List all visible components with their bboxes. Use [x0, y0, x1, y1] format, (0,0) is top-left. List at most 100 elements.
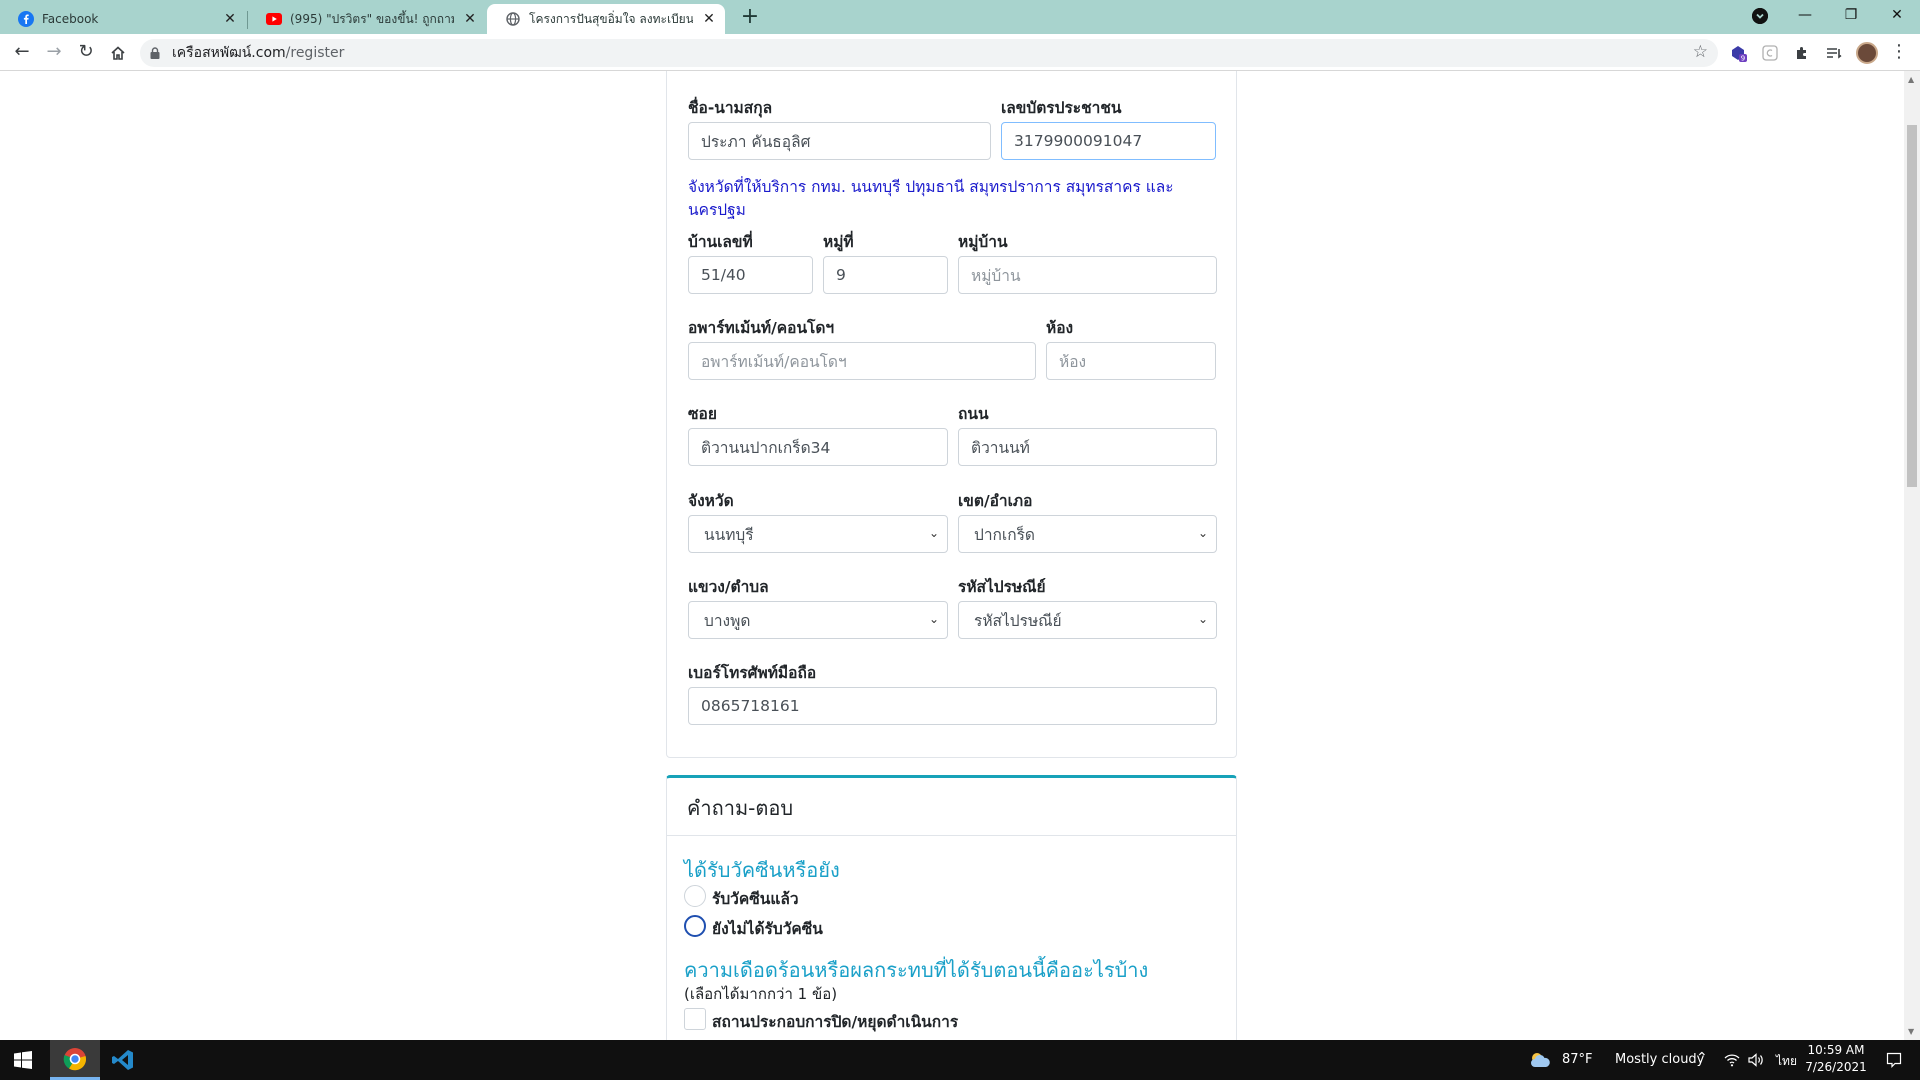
profile-menu-icon[interactable] [1752, 8, 1768, 24]
vaccine-question: ได้รับวัคซีนหรือยัง [684, 858, 840, 882]
notification-icon[interactable] [1874, 1040, 1914, 1080]
road-input[interactable]: ติวานนท์ [958, 428, 1217, 466]
apartment-label: อพาร์ทเม้นท์/คอนโดฯ [688, 319, 835, 337]
soi-input[interactable]: ติวานนปากเกร็ด34 [688, 428, 948, 466]
page-content: ชื่อ-นามสกุล ประภา คันธอุลิศ เลขบัตรประช… [0, 71, 1904, 1040]
vaccine-option-radio[interactable] [684, 885, 706, 907]
province-value: นนทบุรี [704, 525, 754, 544]
house-no-input[interactable]: 51/40 [688, 256, 813, 294]
facebook-icon [18, 11, 34, 27]
province-label: จังหวัด [688, 492, 734, 510]
tab-title: Facebook [42, 12, 99, 26]
village-label: หมู่บ้าน [958, 233, 1008, 251]
close-window-icon[interactable]: ✕ [1874, 0, 1920, 30]
chevron-down-icon: ⌄ [928, 526, 939, 540]
tab-register[interactable]: โครงการปันสุขอิ่มใจ ลงทะเบียน ✕ [487, 4, 725, 34]
minimize-icon[interactable]: — [1782, 0, 1828, 30]
avatar[interactable] [1856, 42, 1878, 64]
moo-label: หมู่ที่ [823, 233, 854, 251]
house-no-label: บ้านเลขที่ [688, 233, 753, 251]
fullname-label: ชื่อ-นามสกุล [688, 99, 773, 117]
screen: Facebook ✕ (995) "ปรวิตร" ของขึ้น! ถูกถา… [0, 0, 1920, 1080]
tab-close-icon[interactable]: ✕ [462, 11, 478, 27]
qa-card-header: คำถาม-ตอบ [667, 778, 1236, 836]
home-icon[interactable] [105, 40, 131, 66]
moo-input[interactable]: 9 [823, 256, 948, 294]
wifi-icon[interactable] [1722, 1040, 1742, 1080]
new-tab-button[interactable]: + [736, 4, 764, 32]
postcode-label: รหัสไปรษณีย์ [958, 578, 1046, 596]
reload-icon[interactable]: ↻ [73, 40, 99, 66]
chevron-down-icon: ⌄ [1197, 526, 1208, 540]
impact-option-checkbox[interactable] [684, 1008, 706, 1030]
district-value: ปากเกร็ด [974, 525, 1036, 544]
postcode-select[interactable]: รหัสไปรษณีย์ ⌄ [958, 601, 1217, 639]
address-form-card: ชื่อ-นามสกุล ประภา คันธอุลิศ เลขบัตรประช… [666, 71, 1237, 758]
vertical-scrollbar[interactable]: ▲ ▼ [1904, 71, 1920, 1040]
extension-icon[interactable]: 9 [1728, 43, 1748, 63]
impact-option-label: สถานประกอบการปิด/หยุดดำเนินการ [712, 1013, 959, 1031]
room-input[interactable]: ห้อง [1046, 342, 1216, 380]
tab-youtube[interactable]: (995) "ปรวิตร" ของขึ้น! ถูกถามถึงนิ… ✕ [248, 4, 486, 34]
impact-hint: (เลือกได้มากกว่า 1 ข้อ) [684, 985, 838, 1003]
tab-title: (995) "ปรวิตร" ของขึ้น! ถูกถามถึงนิ… [290, 11, 454, 26]
vscode-icon [112, 1050, 133, 1070]
tab-facebook[interactable]: Facebook ✕ [0, 4, 246, 34]
vaccine-option-label: ยังไม่ได้รับวัคซีน [712, 920, 823, 938]
qa-title: คำถาม-ตอบ [687, 796, 794, 820]
subdistrict-value: บางพูด [704, 611, 751, 630]
subdistrict-select[interactable]: บางพูด ⌄ [688, 601, 948, 639]
province-select[interactable]: นนทบุรี ⌄ [688, 515, 948, 553]
qa-card: คำถาม-ตอบ ได้รับวัคซีนหรือยัง รับวัคซีนแ… [666, 775, 1237, 1040]
district-label: เขต/อำเภอ [958, 492, 1033, 510]
scroll-down-icon[interactable]: ▼ [1908, 1027, 1914, 1036]
reading-list-icon[interactable] [1824, 43, 1844, 63]
extension-icon[interactable] [1760, 43, 1780, 63]
taskbar-vscode[interactable] [100, 1040, 146, 1080]
weather-cloud-icon[interactable] [1526, 1040, 1554, 1080]
road-label: ถนน [958, 405, 989, 423]
bookmark-star-icon[interactable]: ☆ [1693, 42, 1708, 62]
restore-icon[interactable]: ❐ [1828, 0, 1874, 30]
district-select[interactable]: ปากเกร็ด ⌄ [958, 515, 1217, 553]
tab-strip: Facebook ✕ (995) "ปรวิตร" ของขึ้น! ถูกถา… [0, 0, 1920, 34]
tab-close-icon[interactable]: ✕ [222, 11, 238, 27]
soi-label: ซอย [688, 405, 717, 423]
scrollbar-thumb[interactable] [1907, 125, 1917, 487]
lock-icon [148, 47, 162, 59]
clock-date: 7/26/2021 [1805, 1060, 1867, 1074]
apartment-input[interactable]: อพาร์ทเม้นท์/คอนโดฯ [688, 342, 1036, 380]
fullname-input[interactable]: ประภา คันธอุลิศ [688, 122, 991, 160]
id-card-label: เลขบัตรประชาชน [1001, 99, 1122, 117]
address-bar[interactable]: เครือสหพัฒน์.com /register ☆ [140, 39, 1718, 67]
back-arrow-icon[interactable]: ← [9, 40, 35, 66]
weather-temp[interactable]: 87°F [1562, 1052, 1593, 1067]
id-card-input[interactable]: 3179900091047 [1001, 122, 1216, 160]
vaccine-option-label: รับวัคซีนแล้ว [712, 890, 799, 908]
service-area-note: จังหวัดที่ให้บริการ กทม. นนทบุรี ปทุมธาน… [688, 178, 1174, 219]
vaccine-option-radio[interactable] [684, 915, 706, 937]
youtube-icon [266, 11, 282, 27]
postcode-value: รหัสไปรษณีย์ [974, 611, 1062, 630]
forward-arrow-icon[interactable]: → [41, 40, 67, 66]
system-clock[interactable]: 10:59 AM 7/26/2021 [1800, 1042, 1872, 1076]
start-button[interactable] [0, 1040, 46, 1080]
kebab-menu-icon[interactable]: ⋮ [1886, 40, 1912, 66]
windows-taskbar: 87°F Mostly cloudy ⌃ ไทย 10:59 AM 7/26/2… [0, 1040, 1920, 1080]
village-input[interactable]: หมู่บ้าน [958, 256, 1217, 294]
chevron-down-icon: ⌄ [928, 612, 939, 626]
taskbar-chrome[interactable] [50, 1040, 100, 1080]
tab-close-icon[interactable]: ✕ [701, 11, 717, 27]
language-indicator[interactable]: ไทย [1776, 1052, 1797, 1071]
speaker-icon[interactable] [1746, 1040, 1766, 1080]
globe-icon [505, 11, 521, 27]
scroll-up-icon[interactable]: ▲ [1908, 75, 1914, 84]
puzzle-icon[interactable] [1792, 43, 1812, 63]
weather-text[interactable]: Mostly cloudy [1615, 1052, 1704, 1067]
chrome-icon [63, 1047, 87, 1070]
chevron-up-icon[interactable]: ⌃ [1696, 1050, 1708, 1066]
clock-time: 10:59 AM [1807, 1043, 1865, 1057]
mobile-input[interactable]: 0865718161 [688, 687, 1217, 725]
subdistrict-label: แขวง/ตำบล [688, 578, 769, 596]
url-host: เครือสหพัฒน์.com [172, 45, 286, 61]
